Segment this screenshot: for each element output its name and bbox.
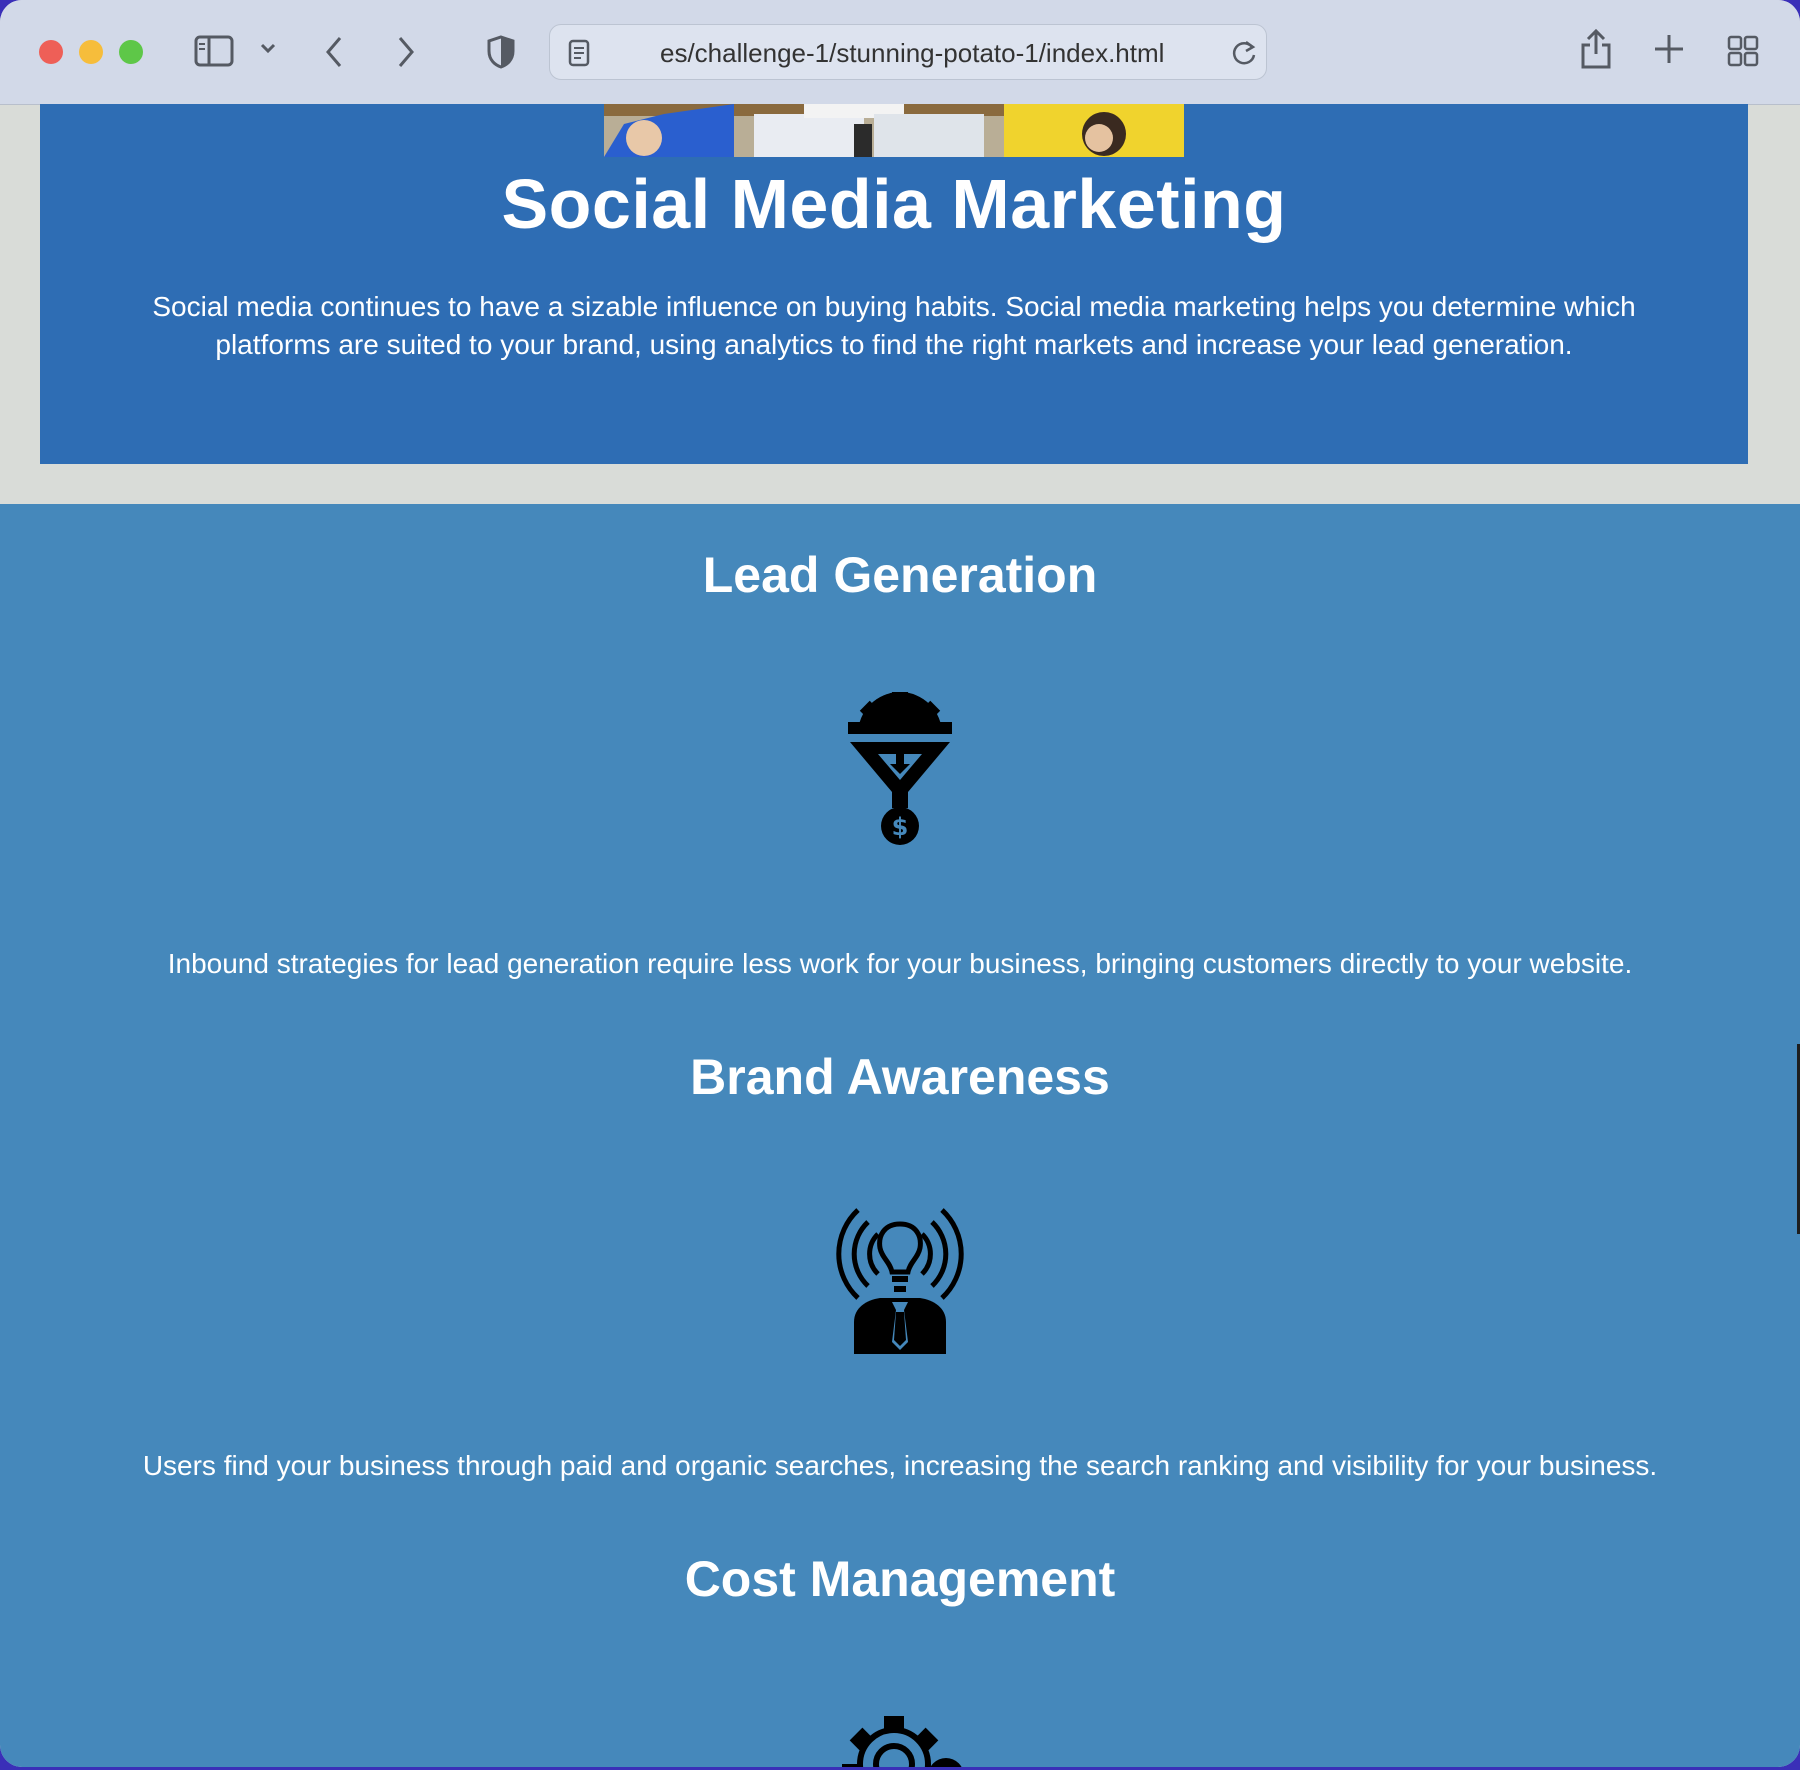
browser-window: es/challenge-1/stunning-potato-1/index.h… [0,0,1800,1767]
hero-photo [604,104,1184,157]
close-window-button[interactable] [39,40,63,64]
sidebar-icon[interactable] [194,34,236,73]
feature-title-brand-awareness: Brand Awareness [690,1049,1110,1105]
browser-toolbar: es/challenge-1/stunning-potato-1/index.h… [0,0,1800,105]
reload-icon[interactable] [1230,38,1258,73]
address-bar[interactable]: es/challenge-1/stunning-potato-1/index.h… [549,24,1267,80]
chevron-down-icon[interactable] [260,42,276,60]
hero-title: Social Media Marketing [501,165,1287,243]
grid-icon[interactable] [1726,34,1760,73]
page-icon [566,38,592,73]
chevron-left-icon[interactable] [322,34,346,75]
zoom-window-button[interactable] [119,40,143,64]
chevron-right-icon[interactable] [394,34,418,75]
minimize-window-button[interactable] [79,40,103,64]
lead-funnel-icon: $ [848,692,952,851]
features-section: Lead Generation $ Inbound strategies for… [0,504,1800,1767]
svg-text:$: $ [892,813,909,841]
feature-title-cost-management: Cost Management [684,1551,1116,1607]
hero-section: Social Media Marketing Social media cont… [40,104,1748,464]
feature-title-lead-generation: Lead Generation [702,547,1098,603]
cost-gear-icon [838,1704,978,1767]
share-icon[interactable] [1578,28,1614,75]
url-text[interactable]: es/challenge-1/stunning-potato-1/index.h… [660,38,1180,69]
shield-icon[interactable] [486,34,516,75]
page-content: Social Media Marketing Social media cont… [0,104,1800,1767]
feature-text-brand-awareness: Users find your business through paid an… [142,1450,1658,1481]
plus-icon[interactable] [1652,32,1686,71]
hero-description: Social media continues to have a sizable… [152,291,1636,360]
brand-idea-broadcast-icon [828,1202,972,1359]
feature-text-lead-generation: Inbound strategies for lead generation r… [167,948,1633,979]
